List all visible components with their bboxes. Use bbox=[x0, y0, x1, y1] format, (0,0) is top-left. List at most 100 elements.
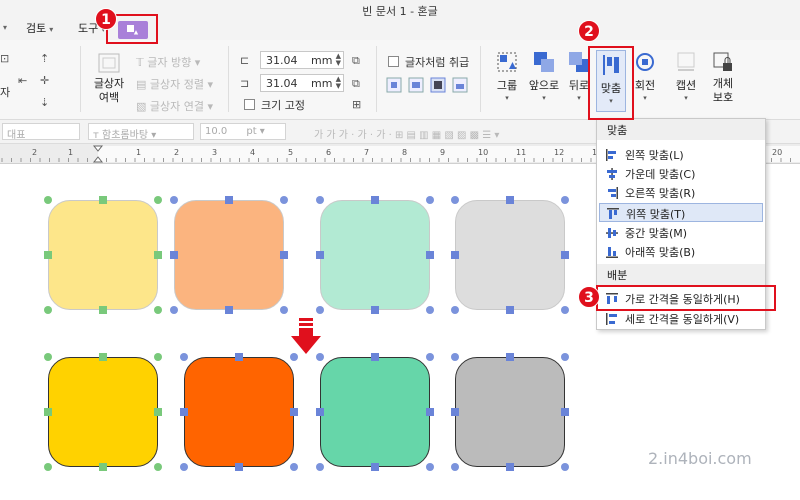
resize-handle-corner[interactable] bbox=[451, 306, 459, 314]
resize-handle-corner[interactable] bbox=[280, 306, 288, 314]
resize-handle-edge[interactable] bbox=[99, 463, 107, 471]
resize-handle-corner[interactable] bbox=[426, 306, 434, 314]
down-icon[interactable]: ⇣ bbox=[40, 96, 54, 110]
shape-gray-light[interactable] bbox=[455, 200, 565, 310]
resize-handle-edge[interactable] bbox=[371, 306, 379, 314]
resize-handle-corner[interactable] bbox=[426, 353, 434, 361]
resize-handle-edge[interactable] bbox=[316, 251, 324, 259]
menu-align-middle[interactable]: 중간 맞춤(M) bbox=[599, 223, 763, 242]
resize-handle-corner[interactable] bbox=[44, 196, 52, 204]
resize-handle-corner[interactable] bbox=[170, 196, 178, 204]
resize-handle-edge[interactable] bbox=[506, 306, 514, 314]
resize-handle-edge[interactable] bbox=[280, 251, 288, 259]
resize-handle-corner[interactable] bbox=[451, 463, 459, 471]
resize-handle-edge[interactable] bbox=[561, 251, 569, 259]
shape-green[interactable] bbox=[320, 357, 430, 467]
resize-handle-corner[interactable] bbox=[426, 463, 434, 471]
resize-handle-edge[interactable] bbox=[225, 306, 233, 314]
resize-handle-corner[interactable] bbox=[154, 196, 162, 204]
resize-handle-corner[interactable] bbox=[180, 463, 188, 471]
font-size-input[interactable]: 10.0 pt ▾ bbox=[200, 123, 286, 140]
resize-handle-edge[interactable] bbox=[506, 463, 514, 471]
resize-handle-corner[interactable] bbox=[154, 353, 162, 361]
text-direction-button[interactable]: 𝕋 글자 방향 ▾ bbox=[136, 54, 200, 70]
shape-yellow-light[interactable] bbox=[48, 200, 158, 310]
text-box-link-button[interactable]: ▧ 글상자 연결 ▾ bbox=[136, 98, 213, 114]
menu-caret-icon[interactable]: ▾ bbox=[0, 20, 7, 33]
menu-align-bottom[interactable]: 아래쪽 맞춤(B) bbox=[599, 242, 763, 261]
partial-icon[interactable]: ⊡ bbox=[0, 52, 14, 66]
resize-handle-corner[interactable] bbox=[561, 463, 569, 471]
resize-handle-edge[interactable] bbox=[426, 408, 434, 416]
resize-handle-edge[interactable] bbox=[99, 353, 107, 361]
text-box-align-button[interactable]: ▤ 글상자 정렬 ▾ bbox=[136, 76, 213, 92]
resize-handle-edge[interactable] bbox=[44, 251, 52, 259]
menu-align-right[interactable]: 오른쪽 맞춤(R) bbox=[599, 183, 763, 202]
width-lock-icon[interactable]: ⧉ bbox=[352, 54, 366, 68]
resize-handle-corner[interactable] bbox=[316, 306, 324, 314]
resize-handle-edge[interactable] bbox=[154, 408, 162, 416]
menu-align-center[interactable]: 가운데 맞춤(C) bbox=[599, 164, 763, 183]
resize-handle-corner[interactable] bbox=[316, 463, 324, 471]
resize-handle-corner[interactable] bbox=[280, 196, 288, 204]
group-button[interactable]: 그룹 ▾ bbox=[492, 50, 522, 102]
resize-handle-corner[interactable] bbox=[316, 196, 324, 204]
resize-handle-edge[interactable] bbox=[371, 353, 379, 361]
resize-handle-edge[interactable] bbox=[561, 408, 569, 416]
resize-handle-corner[interactable] bbox=[170, 306, 178, 314]
resize-handle-edge[interactable] bbox=[316, 408, 324, 416]
resize-handle-edge[interactable] bbox=[180, 408, 188, 416]
resize-handle-edge[interactable] bbox=[290, 408, 298, 416]
font-select[interactable]: ᴛ 함초롬바탕 ▾ bbox=[88, 123, 194, 141]
resize-handle-corner[interactable] bbox=[44, 306, 52, 314]
treat-as-char-checkbox[interactable] bbox=[388, 56, 399, 67]
resize-handle-edge[interactable] bbox=[99, 196, 107, 204]
resize-handle-corner[interactable] bbox=[561, 353, 569, 361]
resize-handle-corner[interactable] bbox=[426, 196, 434, 204]
width-input[interactable]: 31.04 mm ▲ ▼ bbox=[260, 51, 344, 69]
resize-handle-edge[interactable] bbox=[225, 196, 233, 204]
resize-handle-edge[interactable] bbox=[426, 251, 434, 259]
resize-handle-corner[interactable] bbox=[44, 353, 52, 361]
resize-handle-edge[interactable] bbox=[371, 196, 379, 204]
resize-handle-edge[interactable] bbox=[154, 251, 162, 259]
shape-orange[interactable] bbox=[184, 357, 294, 467]
resize-handle-edge[interactable] bbox=[506, 196, 514, 204]
shape-gray[interactable] bbox=[455, 357, 565, 467]
resize-handle-corner[interactable] bbox=[451, 353, 459, 361]
size-option-icon[interactable]: ⊞ bbox=[352, 98, 366, 112]
menu-align-top[interactable]: 위쪽 맞춤(T) bbox=[599, 203, 763, 222]
resize-handle-edge[interactable] bbox=[170, 251, 178, 259]
cross-icon[interactable]: ✛ bbox=[40, 74, 54, 88]
menu-review[interactable]: 검토 ▾ bbox=[26, 20, 53, 36]
rotate-button[interactable]: 회전 ▾ bbox=[632, 50, 658, 102]
up-icon[interactable]: ⇡ bbox=[40, 52, 54, 66]
wrap-style-icons[interactable] bbox=[386, 76, 470, 94]
text-box-margin-button[interactable]: 글상자 여백 bbox=[92, 52, 126, 105]
resize-handle-edge[interactable] bbox=[44, 408, 52, 416]
resize-handle-edge[interactable] bbox=[506, 353, 514, 361]
menu-align-left[interactable]: 왼쪽 맞춤(L) bbox=[599, 145, 763, 164]
char-format-icons[interactable]: 가 가 가 · 가 · 가 · ⊞ ▤ ▥ ▦ ▧ ▨ ▩ ☰ ▾ bbox=[314, 126, 499, 141]
resize-handle-corner[interactable] bbox=[561, 196, 569, 204]
resize-handle-corner[interactable] bbox=[154, 463, 162, 471]
resize-handle-corner[interactable] bbox=[44, 463, 52, 471]
height-input[interactable]: 31.04 mm ▲ ▼ bbox=[260, 74, 344, 92]
resize-handle-corner[interactable] bbox=[154, 306, 162, 314]
protect-button[interactable]: 개체 보호 bbox=[706, 50, 740, 105]
fix-size-checkbox[interactable] bbox=[244, 99, 255, 110]
resize-handle-edge[interactable] bbox=[371, 463, 379, 471]
resize-handle-edge[interactable] bbox=[235, 463, 243, 471]
resize-handle-edge[interactable] bbox=[235, 353, 243, 361]
resize-handle-corner[interactable] bbox=[180, 353, 188, 361]
bring-front-button[interactable]: 앞으로 ▾ bbox=[528, 50, 560, 102]
height-lock-icon[interactable]: ⧉ bbox=[352, 77, 366, 91]
shape-orange-light[interactable] bbox=[174, 200, 284, 310]
resize-handle-edge[interactable] bbox=[451, 251, 459, 259]
resize-handle-corner[interactable] bbox=[561, 306, 569, 314]
align-left-icon[interactable]: ⇤ bbox=[18, 74, 32, 88]
style-select[interactable]: 대표 bbox=[2, 123, 80, 141]
menu-distribute-vertical[interactable]: 세로 간격을 동일하게(V) bbox=[599, 309, 763, 328]
resize-handle-corner[interactable] bbox=[290, 463, 298, 471]
caption-button[interactable]: 캡션 ▾ bbox=[672, 50, 700, 102]
